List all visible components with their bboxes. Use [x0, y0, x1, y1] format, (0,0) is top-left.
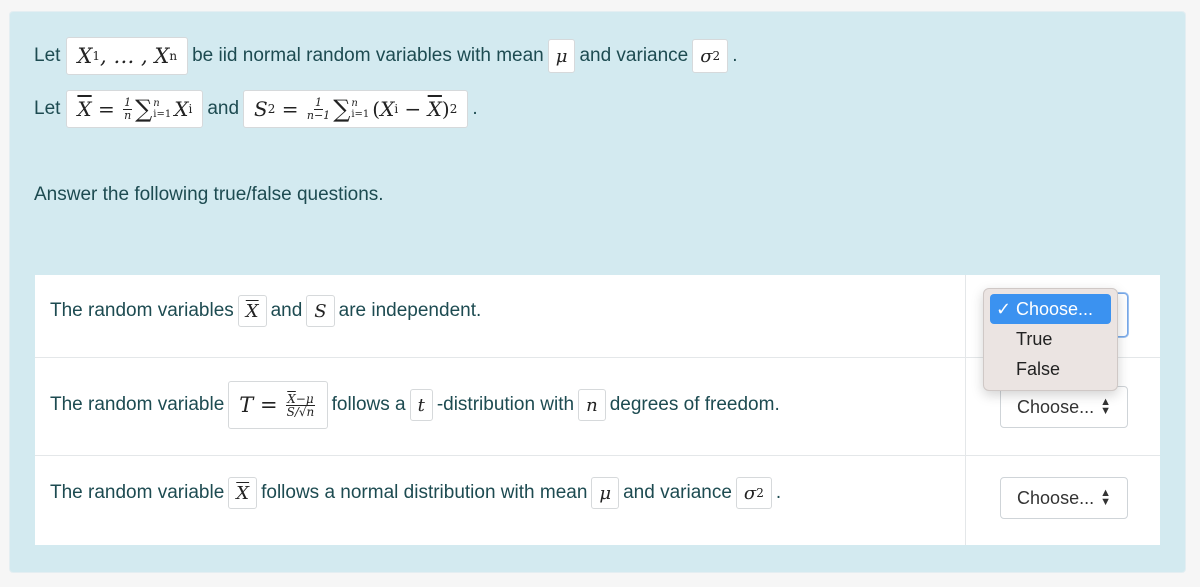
select-arrows-icon: ▲ ▼ [1100, 487, 1111, 508]
question-row-3: The random variable X follows a normal d… [35, 455, 1160, 545]
math-s2-definition: S2 = 1 n−1 ∑ n i=1(Xi − X) 2 [243, 90, 469, 128]
q2-text-a: The random variable [50, 394, 225, 415]
math-sigma-squared: σ2 [735, 477, 772, 509]
math-t-statistic: T = X−μ S/√n [228, 381, 328, 429]
and-label: and [207, 98, 240, 119]
intro-text-2: and variance [579, 45, 689, 66]
option-label: Choose... [1016, 298, 1094, 319]
select-value: Choose... [1017, 396, 1095, 417]
math-sigma-squared: σ2 [692, 39, 729, 73]
period: . [472, 98, 478, 119]
select-value: Choose... [1017, 487, 1095, 508]
math-mu: μ [591, 477, 620, 509]
q2-text-dof: degrees of freedom. [609, 394, 780, 415]
intro-line-1: Let X1, … , Xn be iid normal random vari… [34, 37, 737, 75]
question-text-1: The random variables X and S are indepen… [50, 295, 481, 327]
dropdown-option-choose[interactable]: ✓ Choose... [990, 294, 1111, 324]
math-xbar: X [237, 295, 267, 327]
math-x1-xn: X1, … , Xn [66, 37, 189, 75]
option-label: True [1016, 328, 1053, 349]
q3-text-c: and variance [623, 482, 732, 503]
q1-text-and: and [270, 300, 303, 321]
option-label: False [1016, 358, 1061, 379]
period: . [732, 45, 738, 66]
dropdown-option-true[interactable]: True [990, 324, 1111, 354]
question-text-3: The random variable X follows a normal d… [50, 477, 781, 509]
select-arrows-icon: ▲ ▼ [1100, 396, 1111, 417]
let-label: Let [34, 45, 61, 66]
q2-text-dist: -distribution with [436, 394, 575, 415]
math-xbar-definition: X = 1 n ∑ n i=1 Xi [66, 90, 204, 128]
checkmark-icon: ✓ [996, 298, 1012, 319]
math-xbar: X [228, 477, 258, 509]
answer-select-2[interactable]: Choose... ▲ ▼ [1000, 386, 1128, 428]
q1-text-a: The random variables [50, 300, 234, 321]
math-mu: μ [547, 39, 576, 73]
math-t: t [409, 389, 433, 421]
answer-dropdown-menu: ✓ Choose... True False [983, 288, 1118, 391]
q1-text-b: are independent. [338, 300, 482, 321]
q3-text-a: The random variable [50, 482, 225, 503]
math-s: S [306, 295, 335, 327]
math-n: n [578, 389, 606, 421]
answer-select-3[interactable]: Choose... ▲ ▼ [1000, 477, 1128, 519]
instructions: Answer the following true/false question… [34, 184, 384, 205]
q3-text-b: follows a normal distribution with mean [261, 482, 588, 503]
intro-line-2: Let X = 1 n ∑ n i=1 Xi and S2 = 1 n−1 ∑ n i=1(Xi … [34, 90, 478, 128]
dropdown-option-false[interactable]: False [990, 354, 1111, 384]
q2-text-follows: follows a [331, 394, 406, 415]
let-label: Let [34, 98, 61, 119]
intro-text-1: be iid normal random variables with mean [192, 45, 544, 66]
q3-period: . [775, 482, 782, 503]
question-text-2: The random variable T = X−μ S/√n follows … [50, 381, 780, 429]
